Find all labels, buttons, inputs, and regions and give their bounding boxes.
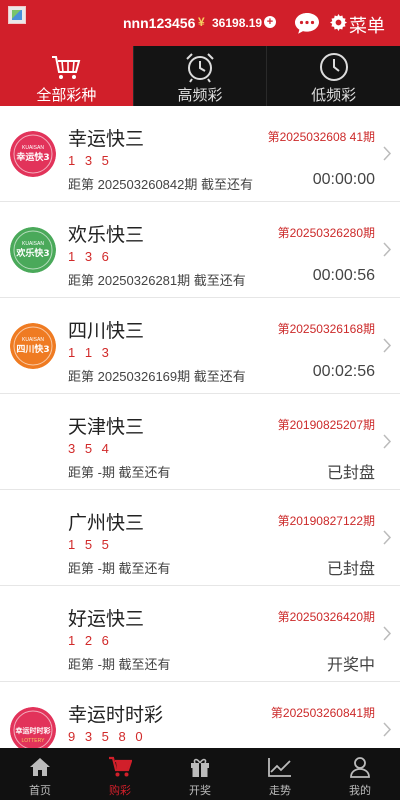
countdown-status: 开奖中 <box>326 657 375 674</box>
next-period-text: 距第 -期 截至还有 <box>68 465 171 480</box>
next-period-text: 距第 -期 截至还有 <box>68 657 171 672</box>
next-period-text: 距第 -期 截至还有 <box>68 561 171 576</box>
lottery-row-sichuan-kuaisan[interactable]: KUAISAN 四川快3 四川快三 第20250326168期 1 1 3 距第… <box>0 298 400 394</box>
nav-home[interactable]: 首页 <box>0 748 80 800</box>
draw-numbers: 1 2 6 <box>68 633 112 648</box>
lottery-logo: 幸运时时彩 LOTTERY <box>10 707 56 748</box>
tab-label: 全部彩种 <box>36 87 97 104</box>
add-funds-button[interactable]: + <box>264 16 276 28</box>
lottery-logo: KUAISAN 幸运快3 <box>10 131 56 177</box>
nav-buy-lottery[interactable]: 购彩 <box>80 748 160 800</box>
trend-chart-icon <box>268 758 291 777</box>
gift-icon <box>191 758 209 777</box>
current-period: 第2025032608 41期 <box>267 130 375 144</box>
chat-icon[interactable] <box>294 11 320 35</box>
svg-text:LOTTERY: LOTTERY <box>22 738 46 744</box>
svg-text:四川快3: 四川快3 <box>16 343 49 355</box>
current-period: 第20250326280期 <box>277 226 375 240</box>
lottery-row-guangzhou-kuaisan[interactable]: 广州快三 第20190827122期 1 5 5 距第 -期 截至还有 已封盘 <box>0 490 400 586</box>
nav-my-account[interactable]: 我的 <box>320 748 400 800</box>
draw-numbers: 9 3 5 8 0 <box>68 729 146 744</box>
lottery-logo: KUAISAN 欢乐快3 <box>10 227 56 273</box>
chevron-right-icon <box>383 242 392 257</box>
chevron-right-icon <box>383 626 392 641</box>
lottery-row-tianjin-kuaisan[interactable]: 天津快三 第20190825207期 3 5 4 距第 -期 截至还有 已封盘 <box>0 394 400 490</box>
draw-numbers: 1 1 3 <box>68 345 112 360</box>
tab-high-frequency[interactable]: 高频彩 <box>134 46 268 106</box>
gear-icon[interactable] <box>330 14 347 31</box>
current-period: 第202503260841期 <box>270 706 375 720</box>
cart-icon <box>109 756 132 777</box>
lottery-row-xingyun-shishicai[interactable]: 幸运时时彩 LOTTERY 幸运时时彩 第202503260841期 9 3 5… <box>0 682 400 748</box>
chevron-right-icon <box>383 338 392 353</box>
next-period-text: 距第 20250326281期 截至还有 <box>68 273 246 288</box>
current-period: 第20250326168期 <box>277 322 375 336</box>
draw-numbers: 1 5 5 <box>68 537 112 552</box>
svg-text:KUAISAN: KUAISAN <box>22 337 44 343</box>
nav-label: 购彩 <box>109 785 131 797</box>
lottery-name: 好运快三 <box>68 609 145 630</box>
basket-icon <box>52 56 81 79</box>
top-header: nnn123456 ¥ 36198.19 + 菜单 <box>0 0 400 46</box>
countdown-status: 00:00:56 <box>312 267 375 284</box>
svg-text:KUAISAN: KUAISAN <box>22 145 44 151</box>
nav-draw-results[interactable]: 开奖 <box>160 748 240 800</box>
logo-image[interactable] <box>8 6 26 24</box>
currency-symbol: ¥ <box>198 15 205 29</box>
lottery-name: 欢乐快三 <box>68 225 145 246</box>
lottery-name: 四川快三 <box>68 321 145 342</box>
bottom-nav: 首页 购彩 开奖 走势 我的 <box>0 748 400 800</box>
lottery-row-haoyun-kuaisan[interactable]: 好运快三 第20250326420期 1 2 6 距第 -期 截至还有 开奖中 <box>0 586 400 682</box>
next-period-text: 距第 20250326169期 截至还有 <box>68 369 246 384</box>
draw-numbers: 1 3 6 <box>68 249 112 264</box>
menu-button[interactable]: 菜单 <box>349 12 385 38</box>
home-icon <box>30 758 50 776</box>
tab-label: 低频彩 <box>311 87 357 104</box>
user-icon <box>350 757 370 778</box>
tab-low-frequency[interactable]: 低频彩 <box>267 46 400 106</box>
chevron-right-icon <box>383 146 392 161</box>
tab-label: 高频彩 <box>177 87 223 104</box>
countdown-status: 00:02:56 <box>312 363 375 380</box>
nav-trends[interactable]: 走势 <box>240 748 320 800</box>
countdown-status: 已封盘 <box>326 465 375 482</box>
lottery-row-huanle-kuaisan[interactable]: KUAISAN 欢乐快3 欢乐快三 第20250326280期 1 3 6 距第… <box>0 202 400 298</box>
tab-all-lotteries[interactable]: 全部彩种 <box>0 46 134 106</box>
category-tabs: 全部彩种 高频彩 低频彩 <box>0 46 400 106</box>
nav-label: 走势 <box>269 785 291 797</box>
nav-label: 首页 <box>29 785 51 797</box>
countdown-status: 00:00:00 <box>312 171 375 188</box>
alarm-clock-icon <box>186 53 214 83</box>
svg-text:KUAISAN: KUAISAN <box>22 241 44 247</box>
username: nnn123456 <box>123 15 196 31</box>
current-period: 第20190827122期 <box>277 514 375 528</box>
svg-text:幸运快3: 幸运快3 <box>16 151 49 163</box>
svg-text:欢乐快3: 欢乐快3 <box>15 247 49 259</box>
chevron-right-icon <box>383 530 392 545</box>
chevron-right-icon <box>383 722 392 737</box>
lottery-name: 天津快三 <box>68 417 145 438</box>
draw-numbers: 3 5 4 <box>68 441 112 456</box>
balance-amount: 36198.19 <box>212 16 263 30</box>
lottery-logo: KUAISAN 四川快3 <box>10 323 56 369</box>
current-period: 第20190825207期 <box>277 418 375 432</box>
countdown-status: 已封盘 <box>326 561 375 578</box>
nav-label: 我的 <box>349 785 371 797</box>
lottery-name: 幸运时时彩 <box>68 705 164 726</box>
nav-label: 开奖 <box>189 785 211 797</box>
clock-icon <box>319 53 348 81</box>
draw-numbers: 1 3 5 <box>68 153 112 168</box>
current-period: 第20250326420期 <box>277 610 375 624</box>
lottery-list: KUAISAN 幸运快3 幸运快三 第2025032608 41期 1 3 5 … <box>0 106 400 748</box>
next-period-text: 距第 202503260842期 截至还有 <box>68 177 253 192</box>
lottery-name: 广州快三 <box>68 513 145 534</box>
svg-text:幸运时时彩: 幸运时时彩 <box>16 726 52 735</box>
lottery-row-xingyun-kuaisan[interactable]: KUAISAN 幸运快3 幸运快三 第2025032608 41期 1 3 5 … <box>0 106 400 202</box>
lottery-name: 幸运快三 <box>68 129 145 150</box>
chevron-right-icon <box>383 434 392 449</box>
